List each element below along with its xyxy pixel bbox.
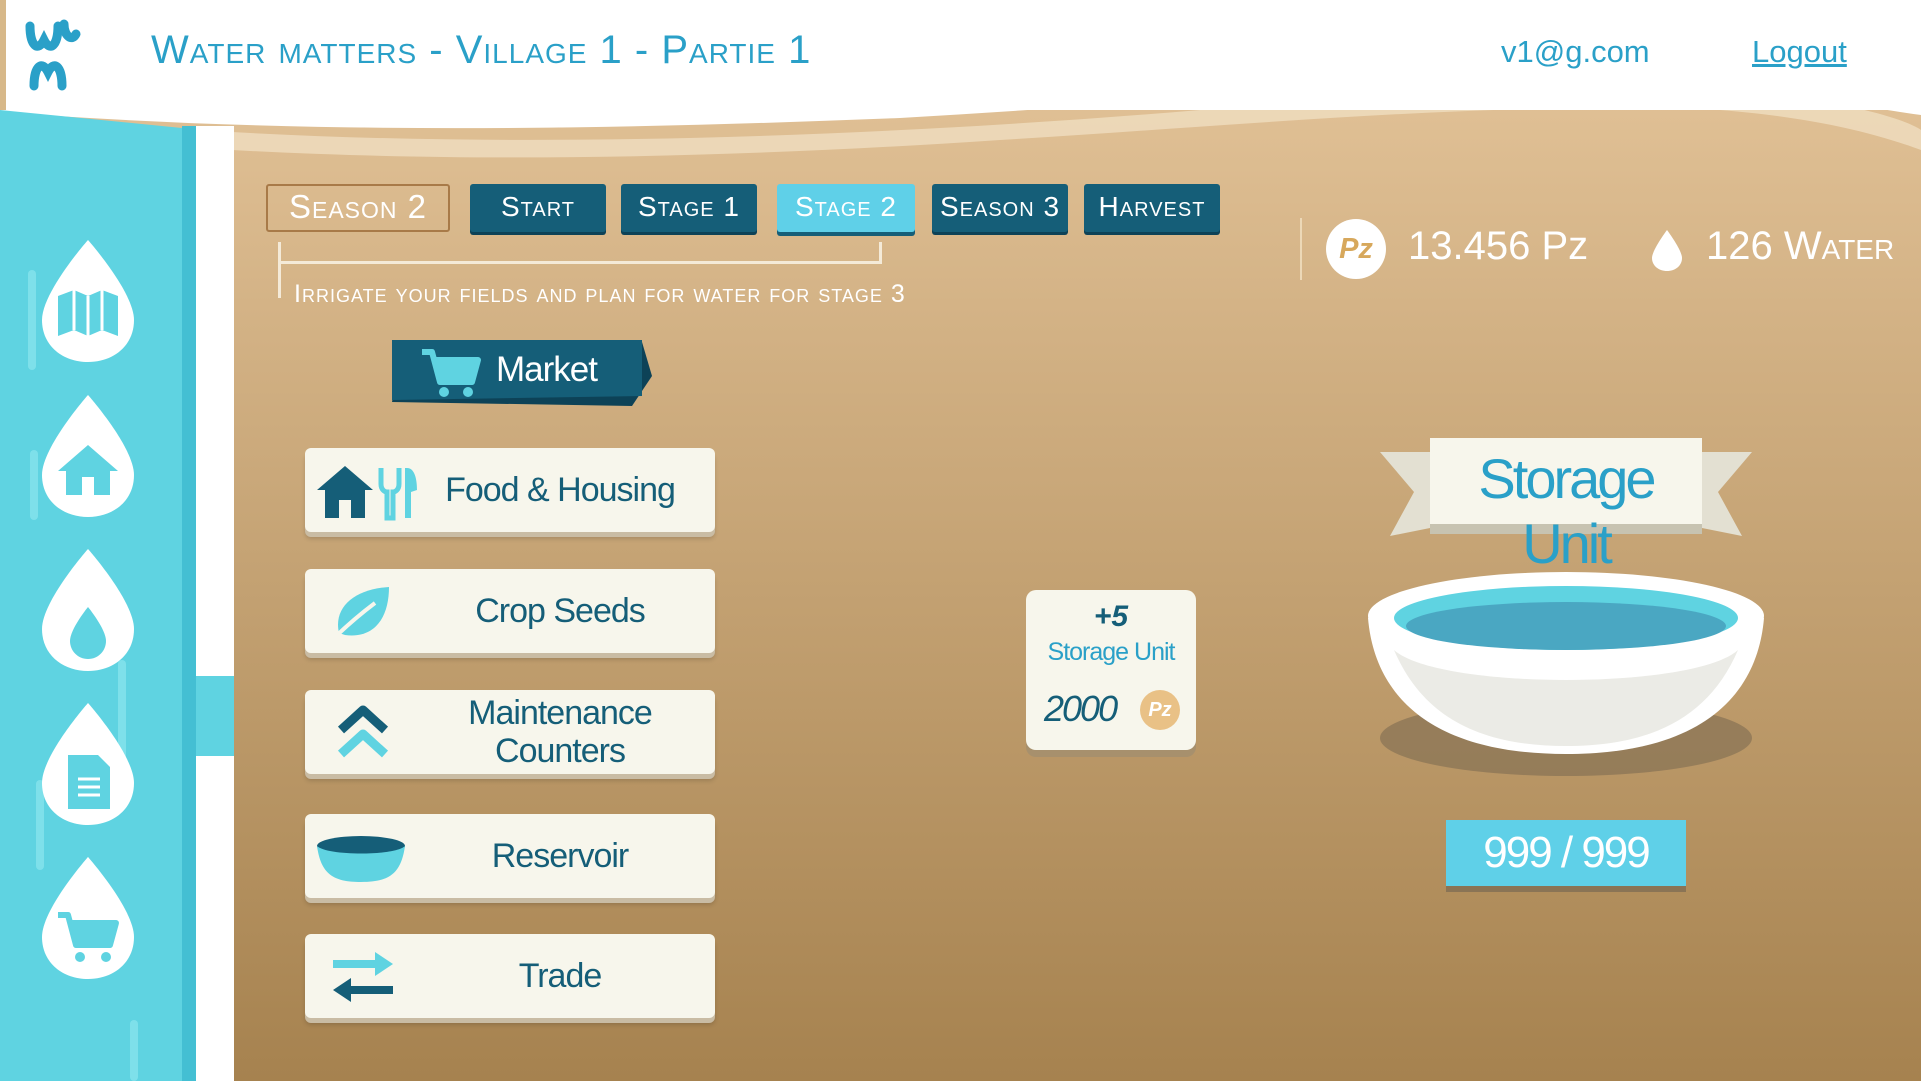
sidebar-item-document[interactable] (36, 699, 140, 829)
stage-instruction: Irrigate your fields and plan for water … (294, 280, 906, 308)
category-reservoir[interactable]: Reservoir (305, 814, 715, 898)
offer-price: 2000 (1044, 688, 1118, 729)
pz-currency-icon: Pz (1140, 690, 1180, 730)
user-email: v1@g.com (1501, 34, 1650, 69)
category-maintenance-counters[interactable]: Maintenance Counters (305, 690, 715, 774)
category-food-housing[interactable]: Food & Housing (305, 448, 715, 532)
category-label: Food & Housing (445, 471, 676, 509)
resource-divider (1300, 218, 1302, 280)
offer-quantity: +5 (1093, 600, 1129, 633)
sidebar-item-water[interactable] (36, 545, 140, 675)
sidebar-item-market[interactable] (36, 853, 140, 983)
logout-link[interactable]: Logout (1752, 34, 1847, 70)
header-bar: Water matters - Village 1 - Partie 1 v1@… (0, 0, 1921, 110)
water-matters-logo (25, 19, 81, 91)
tab-stage-1[interactable]: Stage 1 (621, 184, 757, 232)
category-crop-seeds[interactable]: Crop Seeds (305, 569, 715, 653)
sidebar-item-map[interactable] (36, 236, 140, 366)
market-title: Market (496, 350, 598, 389)
category-label: Crop Seeds (475, 592, 646, 630)
water-balance: 126 Water (1706, 224, 1895, 268)
tab-season-3[interactable]: Season 3 (932, 184, 1068, 232)
storage-bowl-image (1368, 572, 1764, 776)
tab-harvest[interactable]: Harvest (1084, 184, 1220, 232)
category-label: Maintenance Counters (468, 694, 653, 770)
pz-balance: 13.456 Pz (1408, 224, 1589, 268)
stage-bracket-stub (278, 262, 281, 298)
category-label: Reservoir (491, 837, 629, 875)
document-icon (68, 755, 110, 809)
stage-bracket (278, 242, 882, 264)
current-season-label: Season 2 (266, 184, 450, 232)
water-drop-icon (1652, 230, 1682, 271)
map-icon (58, 290, 118, 336)
tab-stage-2[interactable]: Stage 2 (777, 184, 915, 232)
storage-capacity-counter: 999 / 999 (1446, 820, 1686, 886)
tab-start[interactable]: Start (470, 184, 606, 232)
offer-item-name: Storage Unit (1047, 638, 1176, 666)
storage-unit-offer-card[interactable]: +5 Storage Unit 2000 Pz (1026, 590, 1196, 750)
app-title: Water matters - Village 1 - Partie 1 (151, 28, 812, 72)
category-trade[interactable]: Trade (305, 934, 715, 1018)
sidebar-item-home[interactable] (36, 391, 140, 521)
storage-title: Storage Unit (1478, 447, 1656, 575)
pz-currency-icon: Pz (1326, 219, 1386, 279)
category-label: Trade (518, 957, 603, 995)
